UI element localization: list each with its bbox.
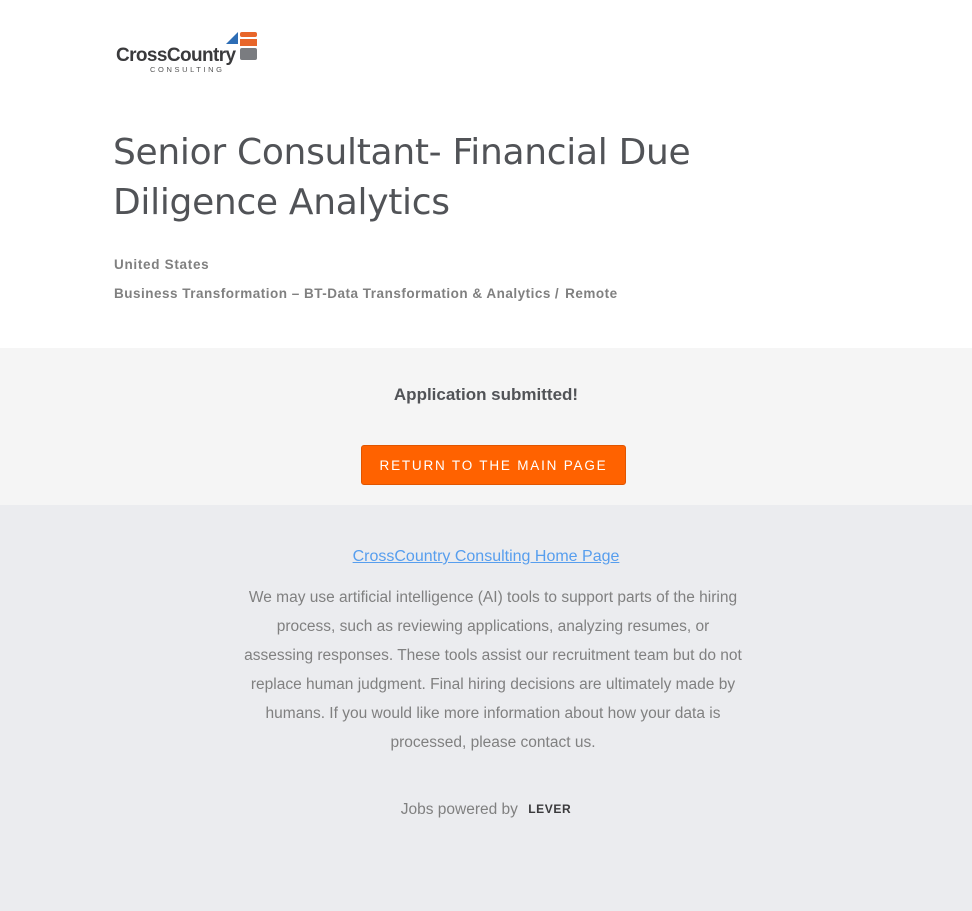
job-workplace-type: Remote: [565, 286, 618, 301]
page-footer: CrossCountry Consulting Home Page We may…: [0, 505, 972, 911]
logo-mark-icon: [226, 32, 257, 60]
category-separator: /: [554, 286, 560, 301]
application-confirmation: Application submitted! RETURN TO THE MAI…: [0, 348, 972, 505]
job-header: CrossCountry CONSULTING Senior Consultan…: [0, 0, 972, 348]
job-location: United States: [114, 257, 210, 272]
job-title: Senior Consultant- Financial Due Diligen…: [113, 132, 691, 223]
powered-by-text: Jobs powered by: [400, 801, 518, 818]
lever-logo-link[interactable]: LEVER: [528, 802, 571, 816]
company-logo[interactable]: CrossCountry CONSULTING: [114, 28, 264, 76]
powered-by: Jobs powered by LEVER: [0, 801, 972, 819]
job-categories: Business Transformation – BT-Data Transf…: [114, 286, 618, 301]
job-department: Business Transformation – BT-Data Transf…: [114, 286, 551, 301]
return-main-page-button[interactable]: RETURN TO THE MAIN PAGE: [361, 445, 626, 485]
ai-disclaimer: We may use artificial intelligence (AI) …: [244, 589, 742, 751]
logo-subtitle: CONSULTING: [150, 65, 225, 74]
company-home-link[interactable]: CrossCountry Consulting Home Page: [0, 548, 972, 566]
confirmation-message: Application submitted!: [393, 385, 579, 404]
logo-wordmark: CrossCountry: [116, 45, 236, 66]
